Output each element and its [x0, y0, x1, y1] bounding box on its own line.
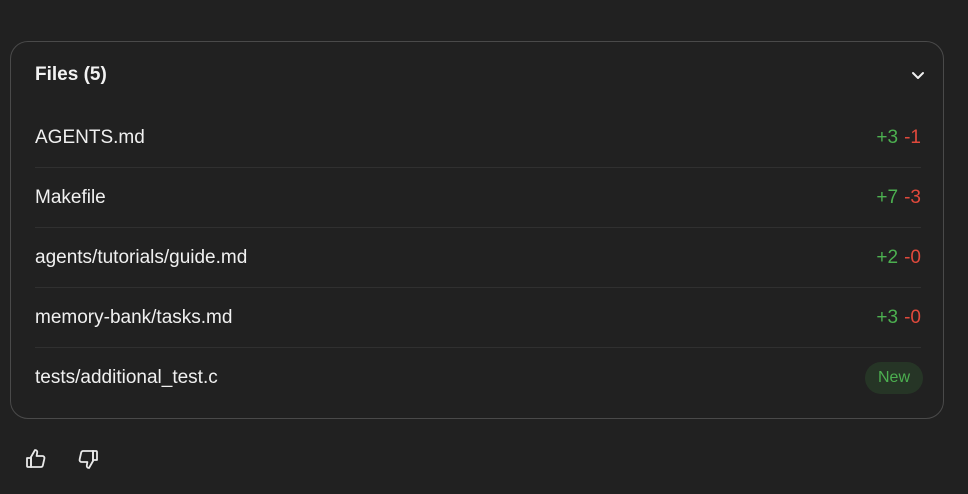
file-row[interactable]: Makefile +7 -3: [35, 168, 921, 228]
lines-removed: -3: [904, 186, 921, 208]
thumbs-down-icon[interactable]: [75, 444, 101, 474]
diff-stats: +3 -1: [876, 127, 921, 149]
diff-stats: +3 -0: [876, 307, 921, 329]
lines-removed: -0: [904, 246, 921, 268]
file-name: tests/additional_test.c: [35, 367, 218, 388]
files-panel: Files (5) AGENTS.md +3 -1 Makefile +7 -3 a…: [10, 41, 944, 419]
new-file-badge: New: [864, 362, 923, 394]
chevron-down-icon[interactable]: [909, 66, 927, 84]
files-panel-header[interactable]: Files (5): [11, 42, 943, 108]
thumbs-up-icon[interactable]: [23, 444, 49, 474]
file-row[interactable]: AGENTS.md +3 -1: [35, 108, 921, 168]
diff-stats: +7 -3: [876, 187, 921, 209]
file-list: AGENTS.md +3 -1 Makefile +7 -3 agents/tuto…: [35, 108, 923, 408]
lines-added: +3: [876, 126, 899, 148]
feedback-bar: [23, 444, 101, 474]
lines-added: +7: [876, 186, 899, 208]
file-row[interactable]: agents/tutorials/guide.md +2 -0: [35, 228, 921, 288]
lines-added: +2: [876, 246, 899, 268]
lines-added: +3: [876, 306, 899, 328]
file-row[interactable]: tests/additional_test.c New: [35, 348, 923, 408]
file-name: memory-bank/tasks.md: [35, 306, 233, 328]
file-name: agents/tutorials/guide.md: [35, 246, 248, 268]
lines-removed: -0: [904, 306, 921, 328]
files-panel-title: Files (5): [35, 64, 107, 85]
file-row[interactable]: memory-bank/tasks.md +3 -0: [35, 288, 921, 348]
file-name: Makefile: [35, 186, 106, 208]
lines-removed: -1: [904, 126, 921, 148]
diff-stats: +2 -0: [876, 247, 921, 269]
file-name: AGENTS.md: [35, 126, 145, 148]
